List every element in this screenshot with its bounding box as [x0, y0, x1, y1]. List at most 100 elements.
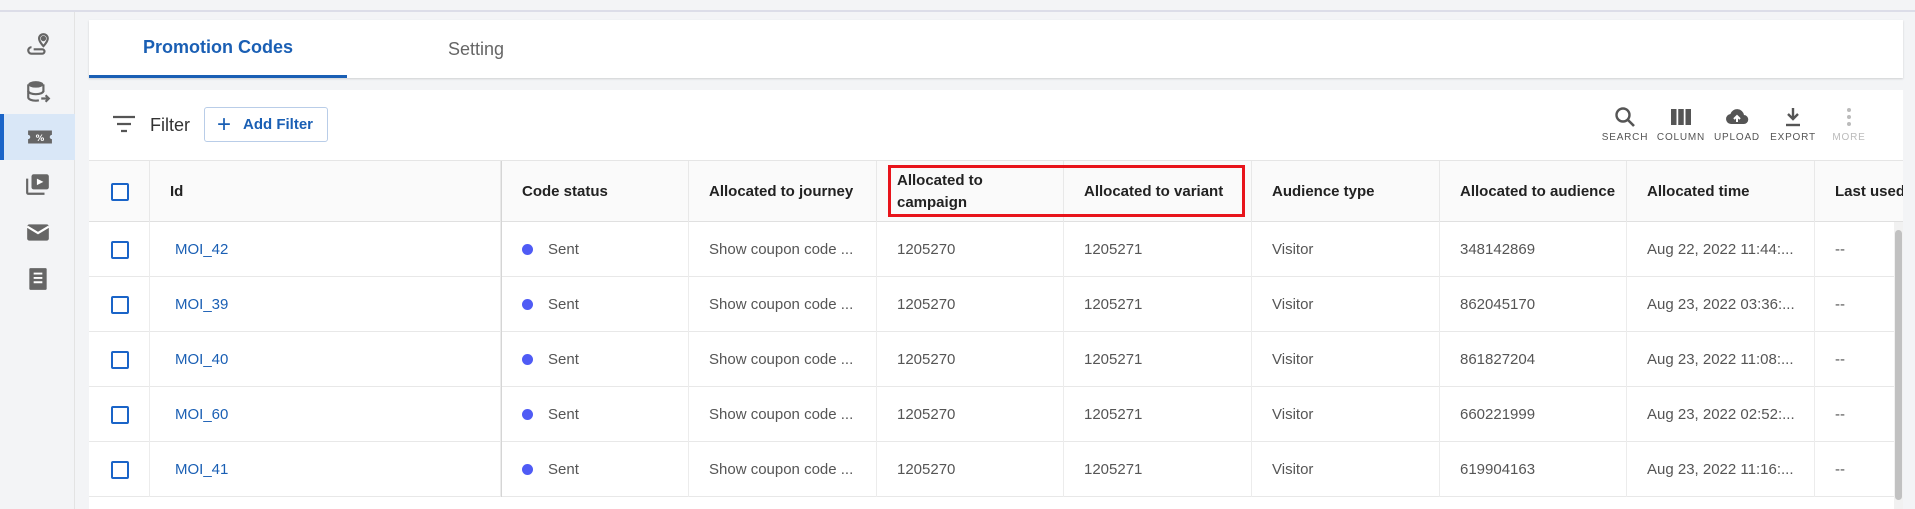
- cell-select: [89, 277, 150, 332]
- cell-select: [89, 387, 150, 442]
- cell-allocated-time: Aug 23, 2022 02:52:...: [1627, 387, 1815, 442]
- header-select-cell: [89, 161, 150, 223]
- header-id[interactable]: Id: [150, 161, 501, 223]
- cell-allocated-audience-text: 861827204: [1460, 351, 1536, 368]
- table-row[interactable]: MOI_39 Sent Show coupon code ... 1205270 120…: [89, 277, 1903, 332]
- search-button[interactable]: SEARCH: [1597, 105, 1653, 151]
- cell-last-used: --: [1815, 222, 1903, 277]
- cell-allocated-variant-text: 1205271: [1084, 351, 1143, 368]
- cell-allocated-journey-text: Show coupon code ...: [709, 461, 854, 478]
- cell-allocated-time-text: Aug 23, 2022 03:36:...: [1647, 296, 1795, 313]
- cell-code-status-text: Sent: [548, 461, 579, 478]
- upload-label: UPLOAD: [1714, 132, 1760, 143]
- sidebar-item-reports[interactable]: [0, 256, 75, 302]
- header-last-used[interactable]: Last used: [1815, 161, 1903, 223]
- cell-id-text: MOI_42: [175, 241, 229, 258]
- cell-code-status: Sent: [501, 332, 689, 387]
- filter-list-icon[interactable]: [112, 114, 136, 134]
- cell-allocated-variant-text: 1205271: [1084, 296, 1143, 313]
- row-checkbox[interactable]: [111, 295, 129, 314]
- sidebar-item-mail[interactable]: [0, 209, 75, 255]
- cell-allocated-variant: 1205271: [1064, 387, 1252, 442]
- table-row[interactable]: MOI_40 Sent Show coupon code ... 1205270 120…: [89, 332, 1903, 387]
- status-dot-icon: [522, 409, 533, 420]
- header-code-status[interactable]: Code status: [501, 161, 689, 223]
- cell-allocated-campaign-text: 1205270: [897, 351, 956, 368]
- cell-last-used-text: --: [1835, 241, 1845, 258]
- tab-promotion-codes[interactable]: Promotion Codes: [89, 20, 347, 78]
- cell-allocated-time-text: Aug 23, 2022 11:16:...: [1647, 461, 1794, 478]
- sidebar-item-journeys[interactable]: [0, 22, 75, 68]
- row-checkbox[interactable]: [111, 405, 129, 424]
- column-label: COLUMN: [1656, 132, 1706, 143]
- cell-id[interactable]: MOI_42: [150, 222, 501, 277]
- cell-allocated-audience-text: 862045170: [1460, 296, 1536, 313]
- status-dot-icon: [522, 244, 533, 255]
- cell-audience-type-text: Visitor: [1272, 351, 1314, 368]
- upload-button[interactable]: UPLOAD: [1709, 105, 1765, 151]
- cell-allocated-campaign-text: 1205270: [897, 241, 956, 258]
- cell-allocated-journey: Show coupon code ...: [689, 222, 877, 277]
- row-checkbox[interactable]: [111, 240, 129, 259]
- cell-allocated-time: Aug 23, 2022 11:08:...: [1627, 332, 1815, 387]
- cell-allocated-audience-text: 660221999: [1460, 406, 1536, 423]
- cell-allocated-campaign: 1205270: [877, 277, 1064, 332]
- cell-code-status: Sent: [501, 442, 689, 497]
- row-checkbox[interactable]: [111, 460, 129, 479]
- sidebar-item-media[interactable]: [0, 161, 75, 207]
- more-button[interactable]: MORE: [1821, 105, 1877, 151]
- header-allocated-journey[interactable]: Allocated to journey: [689, 161, 877, 223]
- cell-audience-type: Visitor: [1252, 442, 1440, 497]
- cell-select: [89, 222, 150, 277]
- cell-code-status-text: Sent: [548, 406, 579, 423]
- scrollbar-thumb[interactable]: [1895, 230, 1902, 500]
- add-filter-button[interactable]: + Add Filter: [204, 107, 328, 142]
- vertical-scrollbar[interactable]: [1894, 222, 1903, 509]
- cell-id-text: MOI_41: [175, 461, 229, 478]
- export-label: EXPORT: [1770, 132, 1816, 143]
- cell-allocated-audience: 660221999: [1440, 387, 1627, 442]
- cell-id[interactable]: MOI_40: [150, 332, 501, 387]
- cell-allocated-audience: 862045170: [1440, 277, 1627, 332]
- row-checkbox[interactable]: [111, 350, 129, 369]
- column-button[interactable]: COLUMN: [1653, 105, 1709, 151]
- cell-allocated-journey: Show coupon code ...: [689, 277, 877, 332]
- cell-allocated-campaign-text: 1205270: [897, 406, 956, 423]
- video-library-icon: [25, 174, 49, 195]
- cell-id[interactable]: MOI_41: [150, 442, 501, 497]
- status-dot-icon: [522, 464, 533, 475]
- cell-allocated-audience: 348142869: [1440, 222, 1627, 277]
- header-allocated-variant[interactable]: Allocated to variant: [1064, 161, 1252, 223]
- table-row[interactable]: MOI_42 Sent Show coupon code ... 1205270 120…: [89, 222, 1903, 277]
- cell-allocated-journey-text: Show coupon code ...: [709, 241, 854, 258]
- cell-id[interactable]: MOI_60: [150, 387, 501, 442]
- cell-allocated-time-text: Aug 23, 2022 11:08:...: [1647, 351, 1794, 368]
- cell-audience-type-text: Visitor: [1272, 406, 1314, 423]
- cell-id[interactable]: MOI_39: [150, 277, 501, 332]
- header-allocated-campaign[interactable]: Allocated to campaign: [877, 161, 1064, 223]
- table-row[interactable]: MOI_41 Sent Show coupon code ... 1205270 120…: [89, 442, 1903, 497]
- cell-allocated-campaign-text: 1205270: [897, 461, 956, 478]
- top-border: [0, 0, 1915, 12]
- plus-icon: +: [217, 110, 232, 138]
- coupon-ticket-icon: %: [27, 130, 52, 144]
- header-allocated-audience[interactable]: Allocated to audience: [1440, 161, 1627, 223]
- select-all-checkbox[interactable]: [111, 183, 129, 201]
- cell-code-status-text: Sent: [548, 351, 579, 368]
- cell-last-used-text: --: [1835, 461, 1845, 478]
- cell-audience-type-text: Visitor: [1272, 241, 1314, 258]
- header-allocated-time[interactable]: Allocated time: [1627, 161, 1815, 223]
- cell-id-text: MOI_40: [175, 351, 229, 368]
- table-header: Id Code status Allocated to journey Allo…: [89, 160, 1903, 223]
- view-column-icon: [1671, 109, 1691, 125]
- tab-setting[interactable]: Setting: [347, 20, 605, 78]
- cell-last-used-text: --: [1835, 351, 1845, 368]
- export-button[interactable]: EXPORT: [1765, 105, 1821, 151]
- header-audience-type[interactable]: Audience type: [1252, 161, 1440, 223]
- table-row[interactable]: MOI_60 Sent Show coupon code ... 1205270 120…: [89, 387, 1903, 442]
- cell-allocated-time-text: Aug 23, 2022 02:52:...: [1647, 406, 1795, 423]
- sidebar-item-coupons[interactable]: %: [0, 114, 75, 160]
- cell-allocated-campaign: 1205270: [877, 332, 1064, 387]
- svg-text:%: %: [35, 134, 44, 144]
- sidebar-item-data[interactable]: [0, 69, 75, 115]
